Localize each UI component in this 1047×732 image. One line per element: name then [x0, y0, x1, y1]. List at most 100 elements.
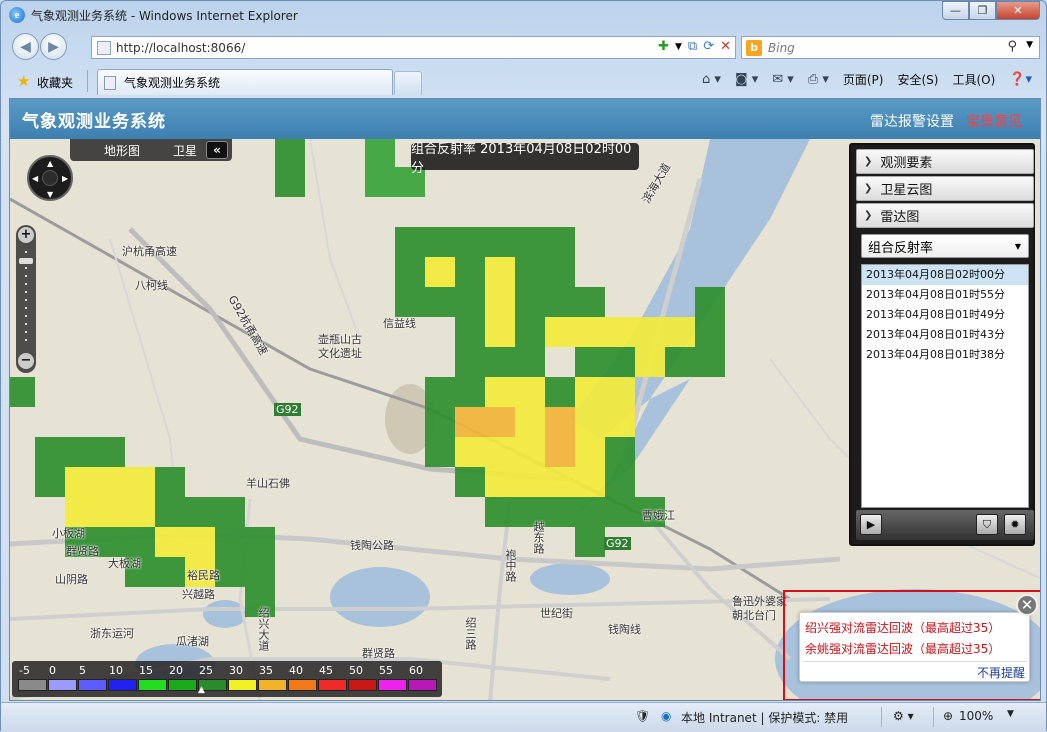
zoom-out-icon[interactable]: − — [18, 353, 34, 369]
settings-icon[interactable]: ✹ — [1004, 514, 1026, 535]
zoom-track[interactable] — [25, 251, 27, 347]
zoom-level[interactable]: 100% — [959, 709, 993, 723]
radar-cell — [455, 287, 485, 317]
close-icon[interactable]: ✕ — [1016, 594, 1038, 616]
collapse-chevron-icon[interactable]: « — [206, 141, 228, 159]
radar-cell — [485, 407, 515, 437]
radar-cell — [155, 467, 185, 497]
map-view[interactable]: 沪杭甬高速 八柯线 G92杭甬高速 信益线 壶瓶山古 文化遗址 G92 羊山石佛… — [10, 139, 1040, 700]
map-label: 裕民路 — [187, 569, 220, 582]
feeds-icon[interactable]: ◙ ▾ — [735, 72, 758, 87]
radar-time-list[interactable]: 2013年04月08日02时00分 2013年04月08日01时55分 2013… — [861, 264, 1029, 508]
dropdown-arrow-icon: ▼ — [1014, 242, 1021, 251]
pan-left-icon[interactable]: ◀ — [32, 174, 38, 183]
play-icon[interactable]: ▶ — [860, 514, 882, 535]
back-button[interactable]: ◀ — [12, 33, 39, 60]
address-dropdown-icon[interactable]: ▼ — [675, 42, 682, 52]
map-label: 钱陶线 — [608, 623, 641, 636]
home-icon[interactable]: ⌂ ▾ — [702, 72, 721, 87]
radar-cell — [95, 467, 125, 497]
new-tab-button[interactable] — [394, 71, 422, 95]
alert-line[interactable]: 余姚强对流雷达回波（最高超过35） — [805, 640, 1000, 657]
color-legend: -5 0 5 10 15 20 25 30 35 40 45 50 55 60 ▲ — [12, 661, 442, 697]
search-dropdown-icon[interactable]: ▼ — [1026, 40, 1033, 50]
section-observation[interactable]: ❯ 观测要素 — [856, 149, 1034, 174]
status-bar: 🛡 ◉ 本地 Intranet | 保护模式: 禁用 ⚙ ▾ ⊕ 100% ▼ — [1, 702, 1046, 732]
legend-value: 40 — [289, 664, 303, 677]
radar-cell — [605, 467, 635, 497]
protected-mode-icon[interactable]: ⚙ ▾ — [893, 709, 914, 723]
section-satellite[interactable]: ❯ 卫星云图 — [856, 176, 1034, 201]
zoom-slider-handle[interactable] — [19, 258, 33, 264]
restore-button[interactable]: ❐ — [969, 1, 996, 20]
search-icon[interactable]: ⚲ — [1007, 39, 1017, 54]
pan-up-icon[interactable]: ▲ — [47, 159, 53, 168]
refresh-icon[interactable]: ⟳ — [703, 39, 714, 54]
chevron-right-icon: ❯ — [864, 183, 873, 194]
safety-menu[interactable]: 安全(S) — [897, 71, 938, 88]
radar-cell — [515, 347, 545, 377]
print-icon[interactable]: ⎙ ▾ — [808, 72, 829, 87]
legend-value: 30 — [229, 664, 243, 677]
radar-cell — [455, 347, 485, 377]
page-menu[interactable]: 页面(P) — [843, 71, 884, 88]
star-icon[interactable]: ★ — [17, 72, 30, 90]
pan-control[interactable]: ▲ ▼ ◀ ▶ — [27, 155, 73, 201]
map-label: 钱陶公路 — [350, 539, 394, 552]
time-list-item[interactable]: 2013年04月08日01时38分 — [862, 345, 1028, 365]
map-label: G92 — [604, 537, 631, 550]
satellite-map-button[interactable]: 卫星 — [173, 142, 197, 159]
alert-popup: 绍兴强对流雷达回波（最高超过35） 余姚强对流雷达回波（最高超过35） 不再提醒 — [799, 612, 1030, 682]
address-url[interactable]: http://localhost:8066/ — [116, 41, 245, 55]
radar-cell — [485, 287, 515, 317]
radar-product-select[interactable]: 组合反射率 ▼ — [861, 234, 1029, 258]
legend-value: 55 — [379, 664, 393, 677]
radar-alarm-settings-link[interactable]: 雷达报警设置 — [870, 111, 954, 131]
time-list-item[interactable]: 2013年04月08日02时00分 — [862, 265, 1028, 285]
tools-menu[interactable]: 工具(O) — [952, 71, 995, 88]
minimize-button[interactable]: — — [942, 1, 969, 20]
help-icon[interactable]: ❓▾ — [1009, 72, 1032, 87]
radar-cell — [485, 257, 515, 287]
feedback-link[interactable]: 宝贵意见 — [966, 111, 1022, 131]
zoom-icon[interactable]: ⊕ — [943, 709, 953, 723]
time-list-item[interactable]: 2013年04月08日01时49分 — [862, 305, 1028, 325]
time-list-item[interactable]: 2013年04月08日01时43分 — [862, 325, 1028, 345]
radar-cell — [485, 227, 515, 257]
radar-cell — [635, 347, 665, 377]
security-zone-text[interactable]: 本地 Intranet | 保护模式: 禁用 — [681, 709, 848, 726]
time-list-item[interactable]: 2013年04月08日01时55分 — [862, 285, 1028, 305]
browser-tab[interactable]: 气象观测业务系统 — [97, 69, 393, 95]
legend-value: 5 — [79, 664, 86, 677]
forward-button[interactable]: ▶ — [40, 33, 67, 60]
pan-down-icon[interactable]: ▼ — [47, 190, 53, 199]
alert-line[interactable]: 绍兴强对流雷达回波（最高超过35） — [805, 619, 1000, 636]
radar-cell — [395, 227, 425, 257]
terrain-map-button[interactable]: 地形图 — [104, 142, 140, 159]
radar-cell — [575, 407, 605, 437]
legend-value: 10 — [109, 664, 123, 677]
zoom-in-icon[interactable]: + — [18, 227, 34, 243]
mail-icon[interactable]: ✉ ▾ — [772, 72, 794, 87]
pan-center[interactable] — [42, 170, 58, 186]
pin-icon[interactable]: ⛉ — [976, 514, 998, 535]
favorites-button[interactable]: 收藏夹 — [37, 74, 73, 91]
search-placeholder[interactable]: Bing — [768, 41, 795, 55]
compatibility-icon[interactable]: ✚ — [658, 39, 669, 54]
dismiss-alerts-link[interactable]: 不再提醒 — [977, 664, 1025, 681]
separator — [933, 707, 934, 727]
address-bar[interactable]: http://localhost:8066/ ✚ ▼ ⧉ ⟳ ✕ — [91, 36, 736, 59]
search-box[interactable]: b Bing ⚲ ▼ — [741, 36, 1040, 59]
radar-cell — [455, 317, 485, 347]
close-window-button[interactable]: ✕ — [996, 1, 1040, 20]
stop-icon[interactable]: ✕ — [720, 39, 731, 54]
radar-cell — [155, 527, 185, 557]
zoom-dropdown-icon[interactable]: ▼ — [1007, 709, 1014, 719]
compat-view-icon[interactable]: ⧉ — [688, 39, 697, 54]
pan-right-icon[interactable]: ▶ — [62, 174, 68, 183]
legend-swatch — [138, 679, 167, 691]
legend-swatch — [378, 679, 407, 691]
section-radar[interactable]: ❯ 雷达图 — [856, 203, 1034, 228]
section-label: 观测要素 — [880, 156, 933, 171]
section-label: 雷达图 — [880, 210, 920, 225]
